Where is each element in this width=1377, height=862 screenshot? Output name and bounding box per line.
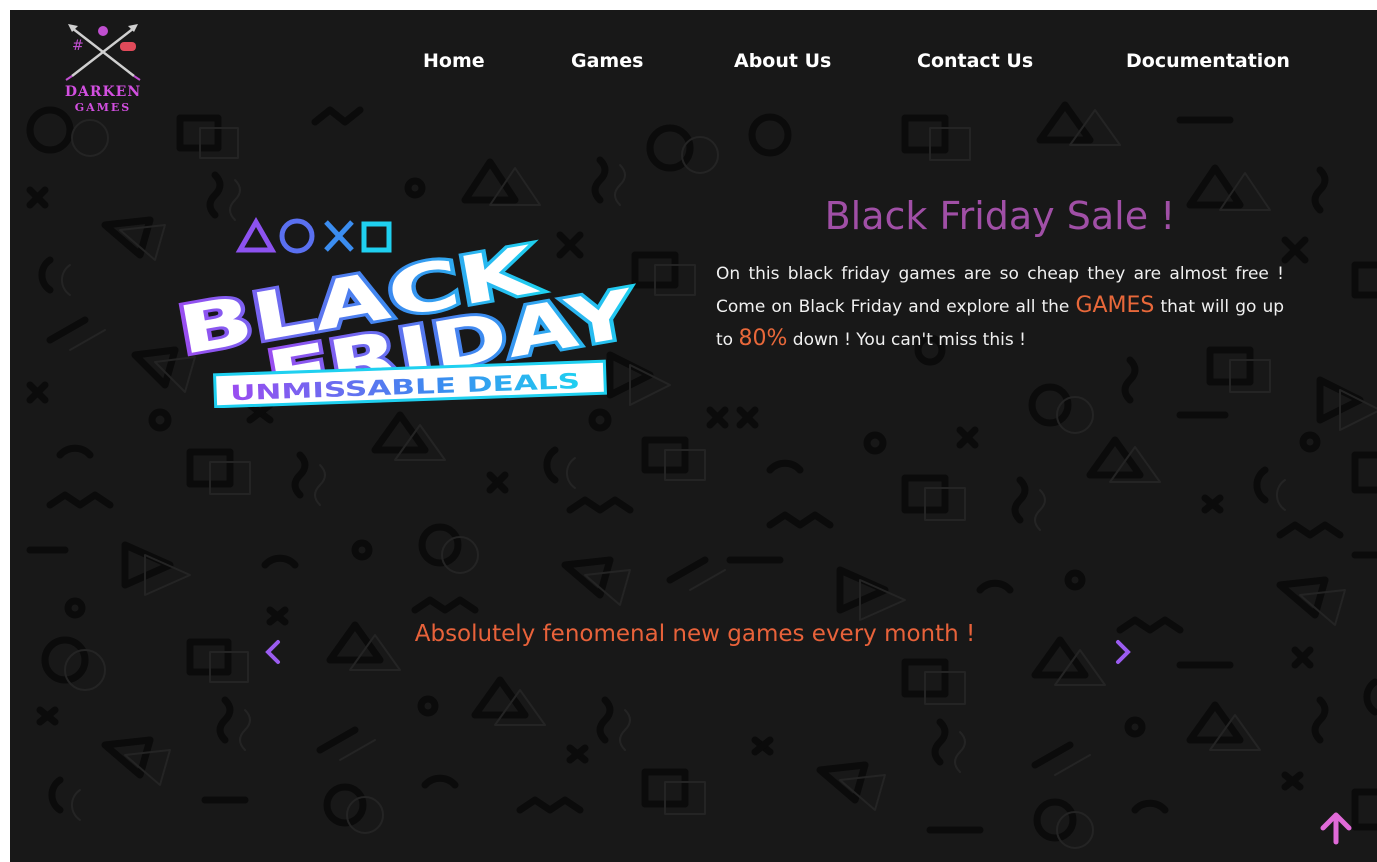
sale-description: On this black friday games are so cheap … <box>716 258 1284 356</box>
back-to-top-button[interactable] <box>1316 808 1356 848</box>
chevron-left-icon <box>265 640 280 664</box>
arrow-up-icon <box>1320 812 1352 845</box>
logo-text-darken: DARKEN <box>64 84 142 100</box>
sale-highlight-percent: 80% <box>738 326 788 351</box>
sale-text-part3: down ! You can't miss this ! <box>787 330 1026 350</box>
nav-documentation[interactable]: Documentation <box>1126 50 1290 72</box>
black-friday-graphic: BLACK FRIDAY UNMISSABLE DEALS <box>169 216 640 408</box>
chevron-right-icon <box>1116 640 1131 664</box>
nav-contact-us[interactable]: Contact Us <box>917 50 1033 72</box>
nav-about-us[interactable]: About Us <box>734 50 831 72</box>
triangle-symbol-icon <box>235 216 277 253</box>
cross-symbol-icon <box>324 220 354 252</box>
circle-symbol-icon <box>279 218 315 254</box>
logo-text-games: GAMES <box>74 101 132 114</box>
page: # DARKEN GAMES Home Games About Us Conta… <box>10 10 1377 862</box>
background-pattern <box>26 101 1377 849</box>
main-nav: Home Games About Us Contact Us Documenta… <box>10 50 1377 80</box>
carousel-slide-text: Absolutely fenomenal new games every mon… <box>414 621 976 647</box>
square-symbol-icon <box>361 221 392 253</box>
nav-games[interactable]: Games <box>571 50 643 72</box>
carousel-next-button[interactable] <box>1108 634 1138 670</box>
nav-home[interactable]: Home <box>423 50 485 72</box>
sale-title: Black Friday Sale ! <box>824 194 1176 238</box>
carousel-prev-button[interactable] <box>258 634 288 670</box>
sale-highlight-games: GAMES <box>1075 293 1155 318</box>
